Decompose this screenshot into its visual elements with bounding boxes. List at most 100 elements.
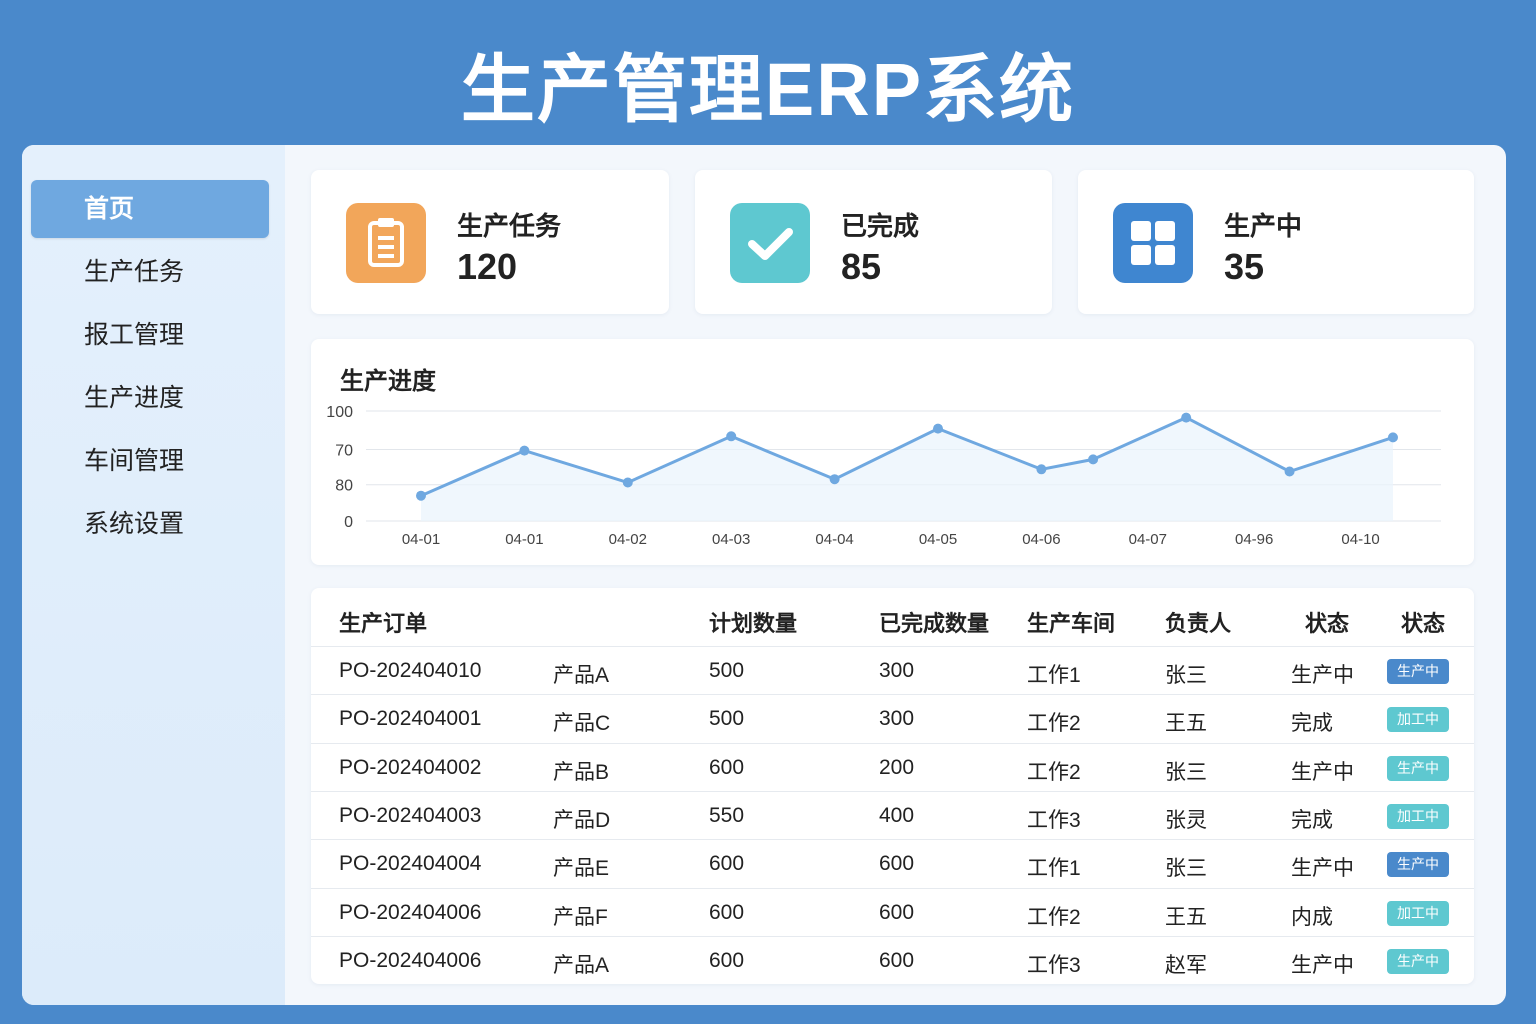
column-header: 负责人 [1165,611,1232,636]
table-cell: 产品F [553,905,608,929]
series-area [421,417,1393,521]
x-tick-label: 04-01 [505,531,543,548]
table-cell: 生产中 [1291,953,1354,977]
data-point [416,490,426,501]
table-cell: 工作1 [1027,664,1081,687]
table-cell: PO-202404003 [339,803,482,827]
sidebar-item-3[interactable]: 生产进度 [31,369,269,427]
table-cell: PO-202404002 [339,755,482,779]
orders-table: 生产订单 计划数量 已完成数量 生产车间 负责人 状态 状态 PO-202404010 产品A 5… [311,588,1474,984]
table-row[interactable]: PO-202404003 产品D 550 400 工作3 张灵 完成 加工中 [311,790,1474,839]
clipboard-icon [346,203,426,283]
progress-chart: 0 80 70 100 04-01 04-01 04-02 04-03 04-04 04-05 04… [326,404,1441,548]
table-cell: 完成 [1291,808,1333,832]
stat-label: 已完成 [841,211,920,241]
column-header: 计划数量 [709,611,798,636]
stat-label: 生产中 [1224,211,1303,241]
table-cell: 王五 [1165,712,1207,736]
table-cell: 600 [879,852,915,876]
table-cell: PO-202404006 [339,948,482,972]
table-row[interactable]: PO-202404002 产品B 600 200 工作2 张三 生产中 生产中 [311,742,1474,791]
column-header: 生产订单 [339,611,428,636]
stat-value: 35 [1224,246,1265,287]
stat-card-0[interactable]: 生产任务 120 [311,170,669,314]
x-tick-label: 04-02 [609,531,647,548]
table-cell: 200 [879,755,915,779]
table-cell: PO-202404001 [339,707,482,731]
column-header: 已完成数量 [879,611,990,636]
table-cell: 生产中 [1291,760,1354,784]
table-cell: 产品A [553,664,610,687]
data-point [829,474,840,485]
table-cell: 600 [709,900,745,924]
table-cell: 张三 [1165,760,1207,784]
y-tick-label: 80 [335,478,353,495]
stat-label: 生产任务 [457,211,562,241]
table-cell: 550 [709,803,745,827]
table-cell: PO-202404006 [339,900,482,924]
table-header: 生产订单 计划数量 已完成数量 生产车间 负责人 状态 状态 [311,588,1474,646]
table-cell: 600 [709,755,745,779]
x-tick-label: 04-07 [1129,531,1167,548]
stat-card-2[interactable]: 生产中 35 [1078,170,1474,314]
table-row[interactable]: PO-202404006 产品F 600 600 工作2 王五 内成 加工中 [311,887,1474,936]
table-cell: 张三 [1165,664,1207,687]
table-cell: 赵军 [1165,953,1207,977]
data-point [1284,466,1295,477]
data-point [1387,432,1398,443]
status-badge: 加工中 [1387,707,1449,733]
table-cell: 生产中 [1291,857,1354,881]
table-row[interactable]: PO-202404006 产品A 600 600 工作3 赵军 生产中 生产中 [311,935,1474,984]
sidebar-item-1[interactable]: 生产任务 [31,243,269,301]
sidebar-item-4[interactable]: 车间管理 [31,432,269,490]
table-cell: 产品C [553,712,611,736]
x-tick-label: 04-01 [402,531,440,548]
table-cell: PO-202404004 [339,852,482,876]
table-cell: 产品A [553,953,610,977]
table-cell: 500 [709,707,745,731]
table-cell: 工作3 [1027,808,1081,832]
table-cell: 产品D [553,808,611,832]
data-point [933,423,943,434]
status-badge: 生产中 [1387,852,1449,878]
table-cell: PO-202404010 [339,659,482,682]
table-cell: 工作2 [1027,712,1081,736]
table-cell: 工作1 [1027,857,1081,881]
column-header: 状态 [1305,611,1350,636]
table-row[interactable]: PO-202404001 产品C 500 300 工作2 王五 完成 加工中 [311,694,1474,742]
status-badge: 加工中 [1387,803,1449,829]
table-cell: 完成 [1291,712,1333,736]
y-tick-label: 0 [344,514,353,531]
table-cell: 300 [879,659,915,682]
grid-icon [1113,203,1193,283]
sidebar-item-2[interactable]: 报工管理 [31,306,269,364]
table-cell: 王五 [1165,905,1207,929]
check-icon [730,203,810,283]
stat-value: 120 [457,246,518,287]
sidebar-item-0[interactable]: 首页 [31,180,269,238]
x-tick-label: 04-03 [712,531,750,548]
x-tick-label: 04-05 [919,531,957,548]
y-tick-label: 100 [326,404,353,421]
x-tick-label: 04-04 [815,531,853,548]
data-point [1181,412,1192,423]
column-header: 生产车间 [1027,611,1116,636]
data-point [1088,454,1099,465]
table-cell: 500 [709,659,745,682]
x-tick-label: 04-96 [1235,531,1273,548]
status-badge: 生产中 [1387,948,1449,974]
table-row[interactable]: PO-202404010 产品A 500 300 工作1 张三 生产中 生产中 [311,646,1474,694]
table-cell: 400 [879,803,915,827]
table-row[interactable]: PO-202404004 产品E 600 600 工作1 张三 生产中 生产中 [311,839,1474,887]
table-cell: 生产中 [1291,664,1354,687]
table-cell: 工作2 [1027,905,1081,929]
table-cell: 产品E [553,857,610,881]
progress-chart-card: 生产进度 0 80 70 100 04-01 04-01 04-02 04-03 04-04 04… [311,339,1474,565]
main-panel: 首页 生产任务 报工管理 生产进度 车间管理 系统设置 生产任务 120 已完成 85 生产中 35… [22,145,1506,1005]
sidebar-item-5[interactable]: 系统设置 [31,495,269,553]
data-point [1036,464,1047,475]
stat-card-1[interactable]: 已完成 85 [695,170,1052,314]
table-cell: 600 [879,948,915,972]
table-cell: 600 [709,948,745,972]
table-cell: 工作2 [1027,760,1081,784]
